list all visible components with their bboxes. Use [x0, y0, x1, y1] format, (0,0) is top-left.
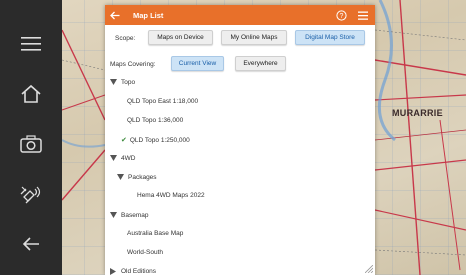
camera-button[interactable] [0, 124, 62, 164]
scope-label: Scope: [115, 35, 136, 42]
hamburger-icon [358, 11, 368, 20]
expand-right-icon [109, 267, 117, 275]
panel-header: Map List ? [105, 5, 375, 25]
panel-title: Map List [133, 10, 164, 20]
tree-item-australia-base-map[interactable]: Australia Base Map [127, 230, 183, 237]
tree-item-hema-4wd[interactable]: Hema 4WD Maps 2022 [137, 192, 205, 199]
covering-current-view-button[interactable]: Current View [171, 56, 224, 71]
tree-group-4wd[interactable]: 4WD [109, 154, 135, 162]
tree-group-label: 4WD [121, 154, 136, 162]
maps-covering-label: Maps Covering: [110, 61, 156, 68]
map-list-panel: Map List ? Scope: Maps on Device My Onli… [105, 5, 375, 275]
tree-group-label: Old Editions [121, 267, 157, 275]
arrow-left-icon [110, 11, 120, 19]
tree-group-packages[interactable]: Packages [116, 173, 157, 181]
tree-group-label: Topo [121, 78, 136, 86]
resize-grip-icon[interactable] [365, 265, 373, 273]
panel-menu-button[interactable] [357, 9, 369, 21]
arrow-left-icon [22, 237, 39, 251]
hamburger-icon [21, 37, 41, 51]
tree-group-topo[interactable]: Topo [109, 78, 135, 86]
tree-group-label: Basemap [121, 211, 149, 219]
gps-tracking-button[interactable] [0, 174, 62, 214]
tree-item-qld-topo-36k[interactable]: QLD Topo 1:36,000 [127, 117, 183, 124]
covering-everywhere-button[interactable]: Everywhere [235, 56, 286, 71]
panel-back-button[interactable] [105, 5, 125, 25]
tree-item-qld-topo-250k[interactable]: ✔ QLD Topo 1:250,000 [121, 136, 190, 145]
scope-maps-on-device-button[interactable]: Maps on Device [148, 30, 213, 45]
expand-down-icon [116, 173, 124, 181]
tree-item-label: QLD Topo 1:250,000 [129, 136, 190, 144]
map-place-label: MURARRIE [392, 108, 443, 118]
help-icon: ? [335, 9, 347, 21]
expand-down-icon [109, 154, 117, 162]
expand-down-icon [109, 211, 117, 219]
svg-text:?: ? [339, 13, 343, 20]
expand-down-icon [109, 78, 117, 86]
tree-group-old-editions[interactable]: Old Editions [109, 267, 156, 275]
tree-group-label: Packages [128, 173, 157, 181]
satellite-signal-icon [20, 186, 41, 204]
scope-my-online-maps-button[interactable]: My Online Maps [221, 30, 287, 45]
help-button[interactable]: ? [335, 9, 347, 21]
side-toolbar [0, 0, 62, 275]
scope-digital-map-store-button[interactable]: Digital Map Store [295, 30, 365, 45]
back-button[interactable] [0, 224, 62, 264]
menu-button[interactable] [0, 24, 62, 64]
checkmark-icon: ✔ [121, 137, 127, 144]
home-icon [21, 84, 41, 103]
tree-group-basemap[interactable]: Basemap [109, 211, 148, 219]
home-button[interactable] [0, 74, 62, 114]
tree-item-qld-topo-east[interactable]: QLD Topo East 1:18,000 [127, 98, 198, 105]
tree-item-world-south[interactable]: World-South [127, 249, 163, 256]
camera-icon [20, 135, 42, 153]
